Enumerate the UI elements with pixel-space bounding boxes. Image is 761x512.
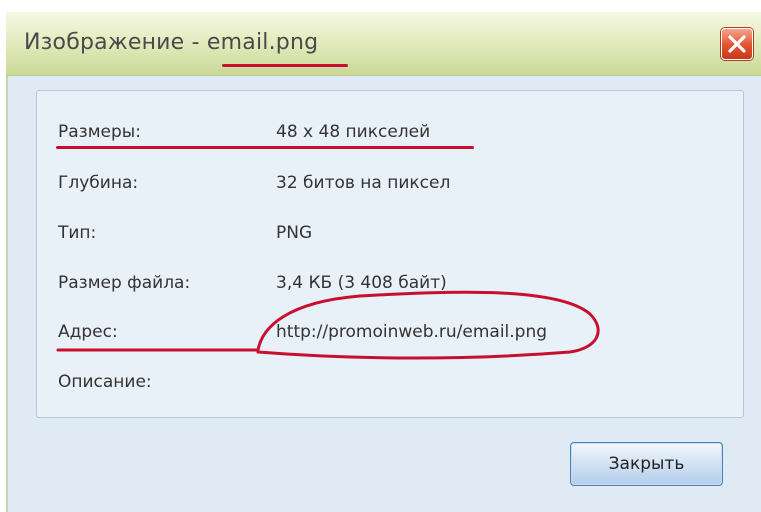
property-label: Адрес:	[58, 322, 118, 342]
window-close-button[interactable]	[721, 28, 753, 60]
property-value: 48 x 48 пикселей	[276, 122, 431, 142]
property-label: Размеры:	[58, 122, 141, 142]
title-bar[interactable]: Изображение - email.png	[6, 12, 761, 76]
property-label: Размер файла:	[58, 273, 191, 293]
property-label: Тип:	[58, 223, 97, 243]
property-value-address[interactable]: http://promoinweb.ru/email.png	[276, 322, 547, 342]
property-label: Описание:	[58, 372, 152, 392]
property-label: Глубина:	[58, 173, 139, 193]
close-icon	[728, 35, 746, 53]
window-title: Изображение - email.png	[24, 30, 319, 55]
property-value: 3,4 КБ (3 408 байт)	[276, 273, 447, 293]
dimensions-underline-annotation	[56, 146, 474, 149]
property-value: 32 битов на пиксел	[276, 173, 451, 193]
close-button[interactable]: Закрыть	[570, 442, 723, 486]
property-value: PNG	[276, 223, 313, 243]
image-properties-window: Изображение - email.png Размеры: 48 x 48…	[0, 0, 761, 512]
title-underline-annotation	[222, 64, 348, 67]
